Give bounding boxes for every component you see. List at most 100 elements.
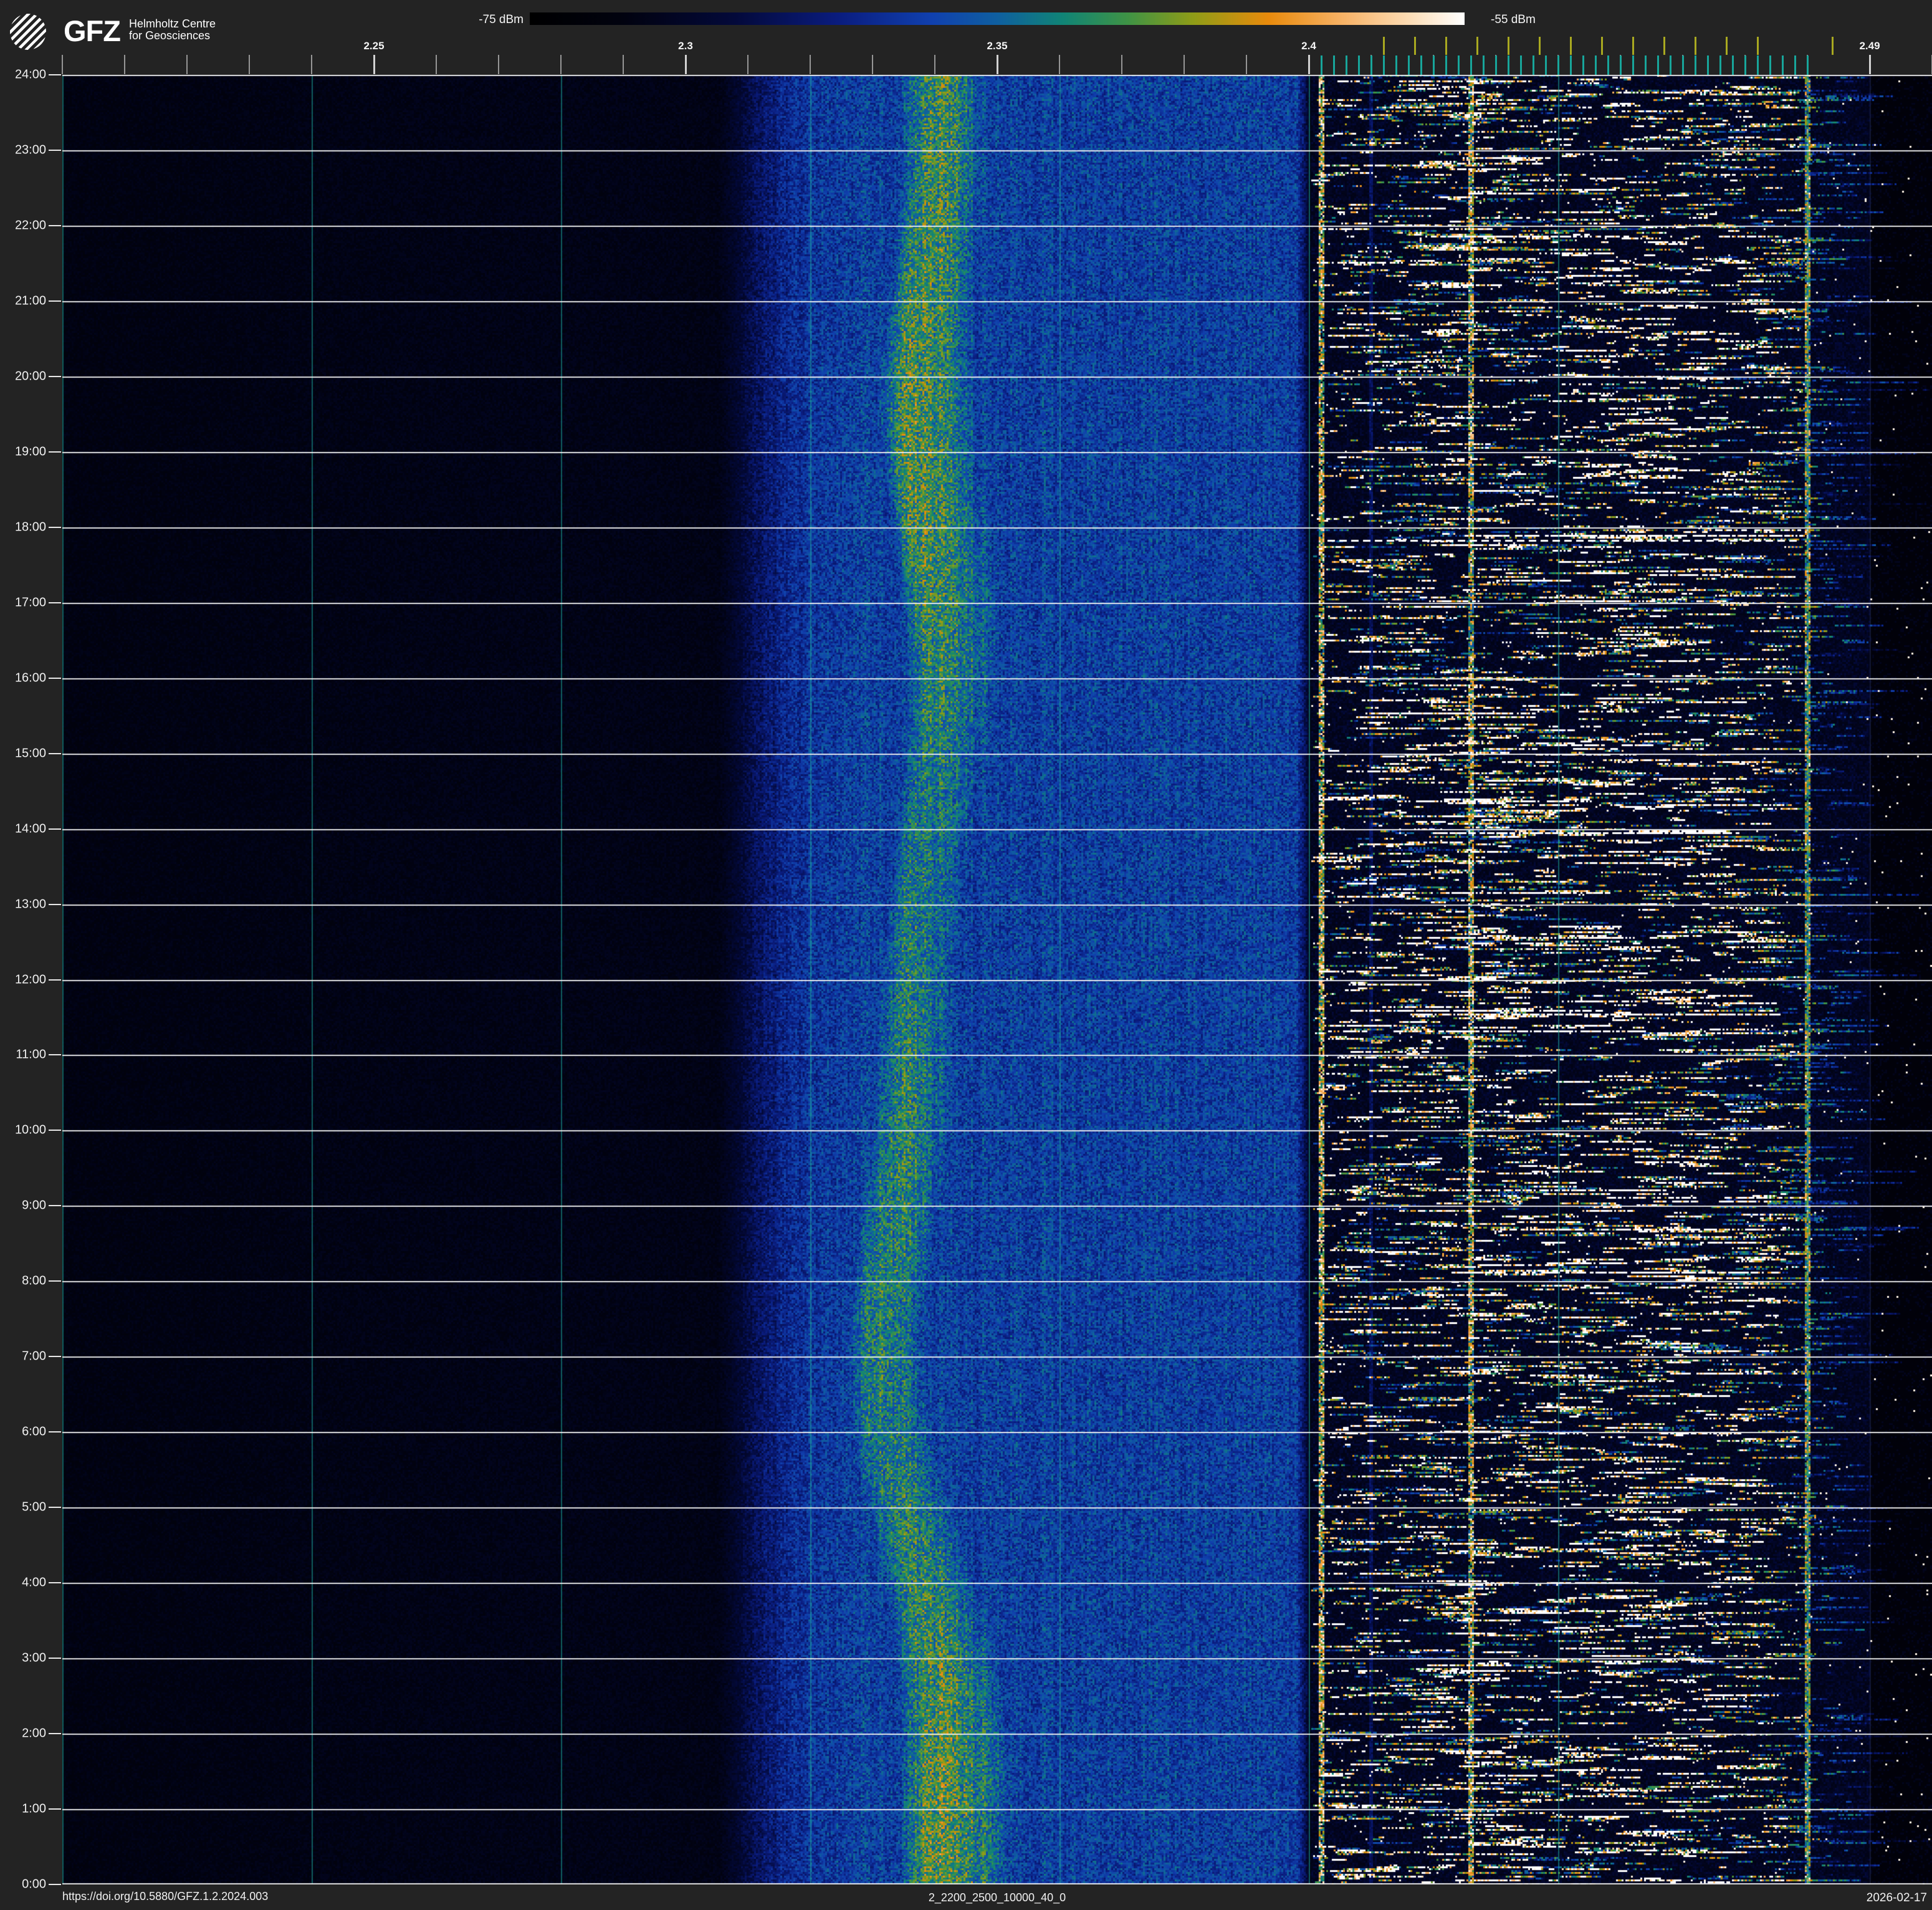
wifi-channel-tick bbox=[1445, 37, 1447, 55]
ble-channel-tick bbox=[1769, 55, 1771, 75]
time-tick bbox=[49, 1808, 61, 1810]
time-tick bbox=[49, 375, 61, 377]
ble-channel-tick bbox=[1420, 55, 1422, 75]
ble-channel-tick bbox=[1458, 55, 1460, 75]
time-tick bbox=[49, 1130, 61, 1131]
ble-channel-tick bbox=[1333, 55, 1335, 75]
time-tick-label: 14:00 bbox=[14, 822, 46, 836]
time-tick bbox=[49, 1280, 61, 1282]
ble-channel-tick bbox=[1682, 55, 1684, 75]
ble-channel-tick bbox=[1370, 55, 1372, 75]
ble-channel-tick bbox=[1533, 55, 1534, 75]
colorbar-min-label: -75 dBm bbox=[479, 13, 524, 26]
colorbar-max-label: -55 dBm bbox=[1491, 13, 1536, 26]
ble-channel-tick bbox=[1545, 55, 1547, 75]
freq-minor-tick bbox=[311, 55, 312, 74]
logo-org-line2: for Geosciences bbox=[129, 29, 211, 42]
time-tick bbox=[49, 1507, 61, 1509]
time-tick-label: 4:00 bbox=[22, 1575, 46, 1590]
wifi-channel-tick bbox=[1414, 37, 1416, 55]
time-tick bbox=[49, 828, 61, 830]
time-tick-label: 9:00 bbox=[22, 1198, 46, 1212]
freq-major-tick bbox=[997, 55, 998, 74]
logo-org-line1: Helmholtz Centre bbox=[129, 17, 216, 30]
freq-minor-tick bbox=[1059, 55, 1060, 74]
freq-minor-tick bbox=[872, 55, 873, 74]
freq-tick-label: 2.49 bbox=[1859, 40, 1880, 52]
time-tick-label: 13:00 bbox=[14, 897, 46, 911]
time-tick-label: 18:00 bbox=[14, 520, 46, 534]
time-tick bbox=[49, 602, 61, 603]
freq-tick-label: 2.3 bbox=[678, 40, 693, 52]
ble-channel-tick bbox=[1508, 55, 1509, 75]
ble-channel-tick bbox=[1445, 55, 1447, 75]
wifi-channel-tick bbox=[1832, 37, 1834, 55]
time-tick bbox=[49, 451, 61, 453]
time-tick-label: 5:00 bbox=[22, 1500, 46, 1514]
wifi-channel-tick bbox=[1383, 37, 1385, 55]
time-tick-label: 16:00 bbox=[14, 671, 46, 685]
wifi-channel-tick bbox=[1632, 37, 1634, 55]
ble-channel-tick bbox=[1757, 55, 1759, 75]
wifi-channel-tick bbox=[1601, 37, 1603, 55]
ble-channel-tick bbox=[1595, 55, 1597, 75]
ble-channel-tick bbox=[1732, 55, 1734, 75]
ble-channel-tick bbox=[1645, 55, 1647, 75]
freq-minor-tick bbox=[934, 55, 935, 74]
ble-channel-tick bbox=[1383, 55, 1385, 75]
freq-minor-tick bbox=[747, 55, 748, 74]
time-tick bbox=[49, 74, 61, 75]
wifi-channel-tick bbox=[1570, 37, 1572, 55]
ble-channel-tick bbox=[1321, 55, 1322, 75]
time-tick-label: 15:00 bbox=[14, 746, 46, 761]
freq-minor-tick bbox=[62, 55, 63, 74]
wifi-channel-tick bbox=[1757, 37, 1759, 55]
ble-channel-tick bbox=[1395, 55, 1397, 75]
ble-channel-tick bbox=[1346, 55, 1347, 75]
time-tick-label: 10:00 bbox=[14, 1123, 46, 1137]
time-tick-label: 1:00 bbox=[22, 1802, 46, 1816]
wifi-channel-tick bbox=[1539, 37, 1541, 55]
time-tick bbox=[49, 149, 61, 151]
freq-minor-tick bbox=[249, 55, 250, 74]
freq-major-tick bbox=[373, 55, 375, 74]
ble-channel-tick bbox=[1557, 55, 1559, 75]
ble-channel-tick bbox=[1657, 55, 1659, 75]
time-tick-label: 12:00 bbox=[14, 972, 46, 986]
freq-major-tick bbox=[1869, 55, 1871, 74]
time-tick bbox=[49, 979, 61, 981]
footer-date: 2026-02-17 bbox=[1866, 1891, 1927, 1904]
time-tick-label: 23:00 bbox=[14, 143, 46, 157]
ble-channel-tick bbox=[1433, 55, 1435, 75]
spectrogram-page: { "header": { "logo": { "acronym": "GFZ"… bbox=[0, 0, 1932, 1910]
freq-minor-tick bbox=[810, 55, 811, 74]
time-tick-label: 22:00 bbox=[14, 218, 46, 233]
time-tick bbox=[49, 1431, 61, 1433]
time-tick bbox=[49, 224, 61, 226]
time-tick bbox=[49, 1054, 61, 1056]
footer-doi-link[interactable]: https://doi.org/10.5880/GFZ.1.2.2024.003 bbox=[62, 1890, 268, 1903]
ble-channel-tick bbox=[1607, 55, 1609, 75]
ble-channel-tick bbox=[1483, 55, 1485, 75]
ble-channel-tick bbox=[1520, 55, 1522, 75]
gfz-logo-acronym: GFZ bbox=[64, 14, 121, 47]
time-tick-label: 0:00 bbox=[22, 1877, 46, 1891]
freq-minor-tick bbox=[1246, 55, 1247, 74]
ble-channel-tick bbox=[1807, 55, 1809, 75]
time-tick-label: 2:00 bbox=[22, 1726, 46, 1740]
freq-minor-tick bbox=[498, 55, 499, 74]
freq-minor-tick bbox=[623, 55, 624, 74]
ble-channel-tick bbox=[1408, 55, 1410, 75]
time-tick-label: 7:00 bbox=[22, 1349, 46, 1363]
time-tick-label: 11:00 bbox=[16, 1047, 46, 1062]
ble-channel-tick bbox=[1632, 55, 1634, 75]
spectrogram-canvas bbox=[62, 75, 1932, 1884]
freq-major-tick bbox=[1308, 55, 1310, 74]
ble-channel-tick bbox=[1744, 55, 1746, 75]
ble-channel-tick bbox=[1620, 55, 1622, 75]
ble-channel-tick bbox=[1358, 55, 1360, 75]
ble-channel-tick bbox=[1470, 55, 1472, 75]
wifi-channel-tick bbox=[1508, 37, 1509, 55]
freq-minor-tick bbox=[560, 55, 562, 74]
freq-minor-tick bbox=[1184, 55, 1185, 74]
